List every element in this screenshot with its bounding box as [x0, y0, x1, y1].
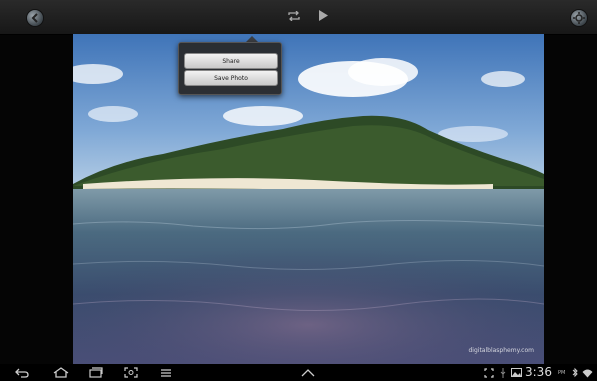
settings-circle-icon[interactable]: [571, 10, 587, 26]
photo-viewer-screen: digitalblasphemy.com Share Save Photo 3:…: [0, 0, 597, 381]
island-photo[interactable]: digitalblasphemy.com: [73, 34, 544, 364]
screenshot-icon[interactable]: [123, 366, 139, 379]
status-ampm: PM: [558, 370, 566, 376]
photo-watermark: digitalblasphemy.com: [468, 347, 535, 354]
back-circle-icon[interactable]: [27, 10, 43, 26]
system-navigation-bar: 3:36 PM: [0, 364, 597, 381]
chevron-up-icon[interactable]: [298, 366, 318, 379]
repeat-icon[interactable]: [288, 10, 300, 21]
bluetooth-icon: [571, 366, 579, 379]
menu-icon[interactable]: [158, 366, 174, 379]
expand-icon[interactable]: [483, 366, 495, 379]
home-icon[interactable]: [52, 366, 70, 379]
save-photo-button[interactable]: Save Photo: [184, 70, 278, 86]
top-action-bar: [0, 0, 597, 35]
share-button[interactable]: Share: [184, 53, 278, 69]
share-popup-menu: Share Save Photo: [178, 42, 282, 95]
gallery-icon: [510, 366, 522, 379]
status-clock: 3:36: [525, 365, 552, 379]
wifi-icon: [581, 366, 593, 379]
usb-icon: [499, 366, 507, 379]
play-icon[interactable]: [318, 10, 328, 21]
back-icon[interactable]: [14, 366, 30, 379]
top-center-controls: [288, 10, 328, 21]
recent-apps-icon[interactable]: [88, 366, 104, 379]
